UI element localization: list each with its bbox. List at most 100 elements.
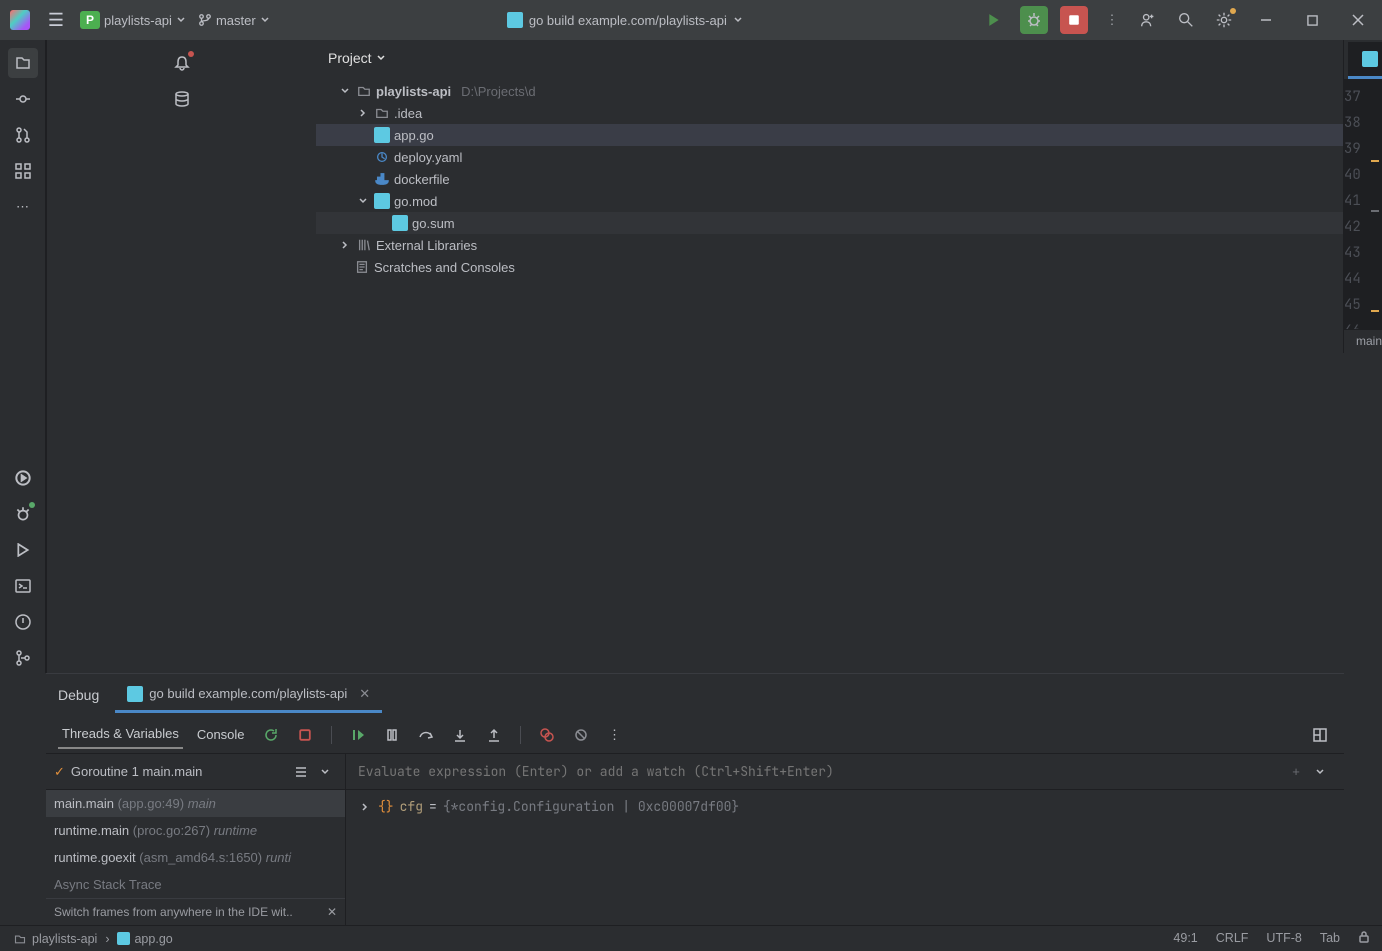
vcs-tool-icon[interactable] (8, 643, 38, 673)
run-button[interactable] (980, 6, 1008, 34)
play-tool-icon[interactable] (8, 535, 38, 565)
structure-tool-icon[interactable] (8, 156, 38, 186)
debug-toolbar: Threads & Variables Console ⋮ (46, 716, 1344, 754)
minimize-button[interactable] (1250, 7, 1282, 33)
debug-more-icon[interactable]: ⋮ (603, 723, 627, 747)
add-watch-icon[interactable]: + (1284, 760, 1308, 784)
tree-item-gomod[interactable]: go.mod (316, 190, 1343, 212)
eval-input[interactable] (358, 763, 1284, 780)
indent[interactable]: Tab (1320, 931, 1340, 946)
stack-frame[interactable]: runtime.main (proc.go:267) runtime (46, 817, 345, 844)
main-menu-button[interactable]: ☰ (44, 8, 68, 32)
tree-label: go.mod (394, 194, 437, 209)
tree-label: app.go (394, 128, 434, 143)
chevron-down-icon[interactable] (1308, 760, 1332, 784)
branch-name: master (216, 13, 256, 28)
line-number: 37 (1344, 84, 1382, 110)
code-with-me-icon[interactable] (1136, 8, 1160, 32)
line-number: 38 (1344, 110, 1382, 136)
lock-icon[interactable] (1358, 931, 1370, 946)
console-tab[interactable]: Console (193, 721, 249, 748)
search-icon[interactable] (1174, 8, 1198, 32)
project-panel-header[interactable]: Project (316, 40, 1343, 76)
notifications-icon[interactable] (167, 48, 197, 78)
tab-app-go[interactable]: app.go ✕ (1348, 42, 1382, 79)
stop-button[interactable] (1060, 6, 1088, 34)
go-mod-icon (374, 193, 390, 209)
tree-label: go.sum (412, 216, 455, 231)
tree-item-gosum[interactable]: go.sum (316, 212, 1343, 234)
debug-session-tab[interactable]: go build example.com/playlists-api ✕ (115, 678, 382, 713)
editor-breadcrumb[interactable]: main() (1344, 329, 1382, 353)
cursor-position[interactable]: 49:1 (1173, 931, 1197, 946)
frames-menu-icon[interactable] (289, 760, 313, 784)
project-selector[interactable]: P playlists-api (80, 11, 186, 29)
goroutine-selector[interactable]: ✓ Goroutine 1 main.main (46, 754, 345, 790)
line-separator[interactable]: CRLF (1216, 931, 1249, 946)
stack-frame[interactable]: runtime.goexit (asm_amd64.s:1650) runti (46, 844, 345, 871)
tree-item-deploy[interactable]: deploy.yaml (316, 146, 1343, 168)
tree-item-app[interactable]: app.go (316, 124, 1343, 146)
problems-tool-icon[interactable] (8, 607, 38, 637)
database-tool-icon[interactable] (167, 84, 197, 114)
line-number: 46 (1344, 318, 1382, 329)
tree-path: D:\Projects\d (461, 84, 535, 99)
threads-tab[interactable]: Threads & Variables (58, 720, 183, 749)
tree-root[interactable]: playlists-api D:\Projects\d (316, 80, 1343, 102)
project-panel-title: Project (328, 50, 372, 66)
run-config-selector[interactable]: go build example.com/playlists-api (507, 12, 743, 28)
editor-tabs: app.go ✕ ◈ dockerfile go.mod go.sum ◉ de… (1344, 40, 1382, 80)
tree-label: deploy.yaml (394, 150, 462, 165)
evaluate-expression-input[interactable]: + (346, 754, 1344, 790)
view-breakpoints-icon[interactable] (535, 723, 559, 747)
step-into-icon[interactable] (448, 723, 472, 747)
scratches-icon (354, 259, 370, 275)
rerun-icon[interactable] (259, 723, 283, 747)
go-sum-icon (392, 215, 408, 231)
pause-icon[interactable] (380, 723, 404, 747)
chevron-right-icon[interactable] (358, 800, 372, 814)
project-tool-icon[interactable] (8, 48, 38, 78)
tree-item-ext-libs[interactable]: External Libraries (316, 234, 1343, 256)
go-file-icon (1362, 51, 1378, 67)
encoding[interactable]: UTF-8 (1266, 931, 1301, 946)
debug-button[interactable] (1020, 6, 1048, 34)
close-icon[interactable]: ✕ (327, 905, 337, 919)
folder-icon (12, 931, 28, 947)
more-tools-icon[interactable]: ⋯ (8, 192, 38, 222)
project-name: playlists-api (104, 13, 172, 28)
maximize-button[interactable] (1296, 7, 1328, 33)
step-over-icon[interactable] (414, 723, 438, 747)
run-tool-icon[interactable] (8, 463, 38, 493)
tree-item-idea[interactable]: .idea (316, 102, 1343, 124)
breadcrumb-project[interactable]: playlists-api (32, 932, 97, 946)
run-config-label: go build example.com/playlists-api (529, 13, 727, 28)
more-actions-icon[interactable]: ⋮ (1100, 8, 1124, 32)
mute-breakpoints-icon[interactable] (569, 723, 593, 747)
terminal-tool-icon[interactable] (8, 571, 38, 601)
pull-requests-icon[interactable] (8, 120, 38, 150)
async-trace[interactable]: Async Stack Trace (46, 871, 345, 898)
stack-frame[interactable]: main.main (app.go:49) main (46, 790, 345, 817)
variable-row[interactable]: {} cfg = {*config.Configuration | 0xc000… (358, 798, 1332, 815)
step-out-icon[interactable] (482, 723, 506, 747)
line-number: 44 (1344, 266, 1382, 292)
resume-icon[interactable] (346, 723, 370, 747)
line-number: 43 (1344, 240, 1382, 266)
commit-tool-icon[interactable] (8, 84, 38, 114)
line-number: 42 (1344, 214, 1382, 240)
tree-item-scratches[interactable]: Scratches and Consoles (316, 256, 1343, 278)
tree-item-docker[interactable]: dockerfile (316, 168, 1343, 190)
code-editor[interactable]: 37 38 39 40 41 42 43 44 45 46 47 48 50 5… (1344, 80, 1382, 329)
settings-icon[interactable] (1212, 8, 1236, 32)
close-window-button[interactable] (1342, 7, 1374, 33)
left-tool-strip: ⋯ (0, 40, 46, 673)
stop-icon[interactable] (293, 723, 317, 747)
line-number: 39 (1344, 136, 1382, 162)
layout-settings-icon[interactable] (1308, 723, 1332, 747)
branch-selector[interactable]: master (198, 13, 270, 28)
breadcrumb-file[interactable]: app.go (134, 932, 172, 946)
close-icon[interactable]: ✕ (359, 686, 370, 702)
debug-tool-icon[interactable] (8, 499, 38, 529)
chevron-down-icon[interactable] (313, 760, 337, 784)
